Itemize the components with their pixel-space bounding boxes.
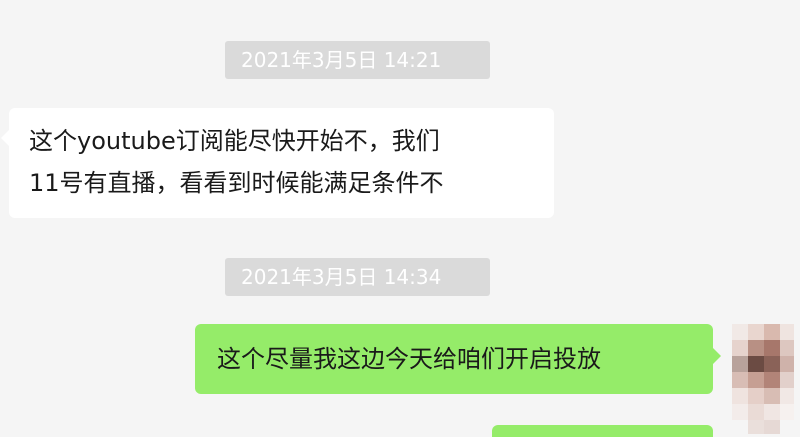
message-timestamp: 2021年3月5日 14:34 — [225, 258, 490, 296]
outgoing-message-bubble-partial[interactable] — [492, 425, 713, 437]
message-text: 这个尽量我这边今天给咱们开启投放 — [217, 345, 601, 373]
message-text-line: 11号有直播，看看到时候能满足条件不 — [29, 169, 444, 197]
message-text-line: 这个youtube订阅能尽快开始不，我们 — [29, 127, 440, 155]
message-timestamp: 2021年3月5日 14:21 — [225, 41, 490, 79]
incoming-message-bubble[interactable]: 这个youtube订阅能尽快开始不，我们 11号有直播，看看到时候能满足条件不 — [1, 108, 554, 218]
outgoing-message-bubble[interactable]: 这个尽量我这边今天给咱们开启投放 — [195, 324, 721, 394]
avatar[interactable] — [732, 324, 794, 434]
chat-window: 2021年3月5日 14:21 这个youtube订阅能尽快开始不，我们 11号… — [0, 0, 800, 437]
